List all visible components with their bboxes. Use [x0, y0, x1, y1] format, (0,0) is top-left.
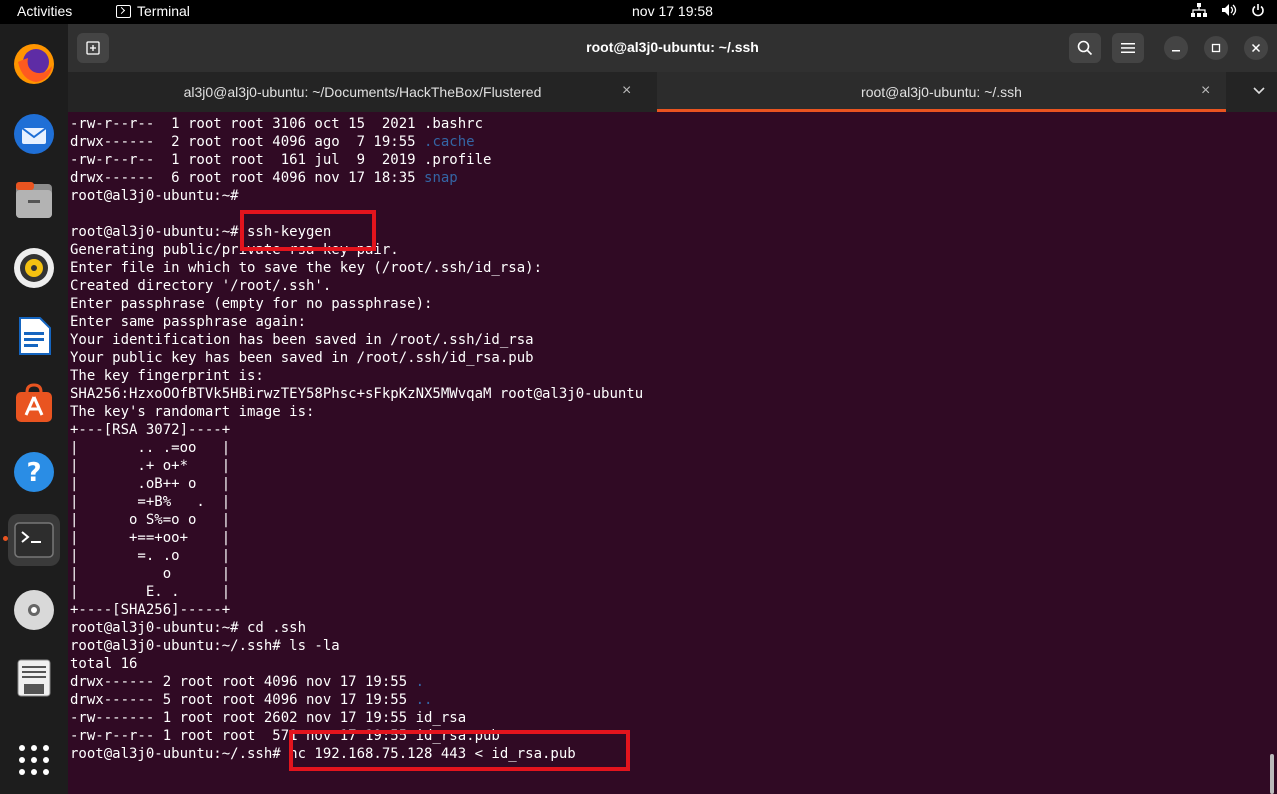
- terminal-line: drwx------ 6 root root 4096 nov 17 18:35…: [70, 170, 458, 186]
- terminal-line: drwx------ 2 root root 4096 ago 7 19:55 …: [70, 134, 475, 150]
- terminal-line: Enter same passphrase again:: [70, 314, 307, 330]
- terminal-line: root@al3j0-ubuntu:~/.ssh# ls -la: [70, 638, 340, 654]
- directory-name: .cache: [424, 134, 475, 150]
- terminal-line: Created directory '/root/.ssh'.: [70, 278, 332, 294]
- terminal-window: root@al3j0-ubuntu: ~/.ssh al3j0@al3j0-ub…: [68, 24, 1277, 794]
- terminal-line: root@al3j0-ubuntu:~# cd .ssh: [70, 620, 307, 636]
- terminal-line: -rw-r--r-- 1 root root 161 jul 9 2019 .p…: [70, 152, 492, 168]
- clock[interactable]: nov 17 19:58: [632, 3, 713, 19]
- app-menu[interactable]: Terminal: [116, 3, 190, 19]
- highlight-box-nc-command: [289, 730, 630, 771]
- writer-icon[interactable]: [8, 310, 60, 362]
- hamburger-icon: [1121, 43, 1135, 53]
- svg-text:?: ?: [26, 458, 41, 488]
- terminal-line: | =+B% . |: [70, 494, 231, 510]
- dock: ?: [0, 24, 68, 794]
- terminal-line: total 16: [70, 656, 138, 672]
- terminal-line: | .+ o+* |: [70, 458, 231, 474]
- minimize-button[interactable]: [1164, 36, 1188, 60]
- terminal-line: | =. .o |: [70, 548, 231, 564]
- close-button[interactable]: [1244, 36, 1268, 60]
- header-bar: root@al3j0-ubuntu: ~/.ssh: [68, 24, 1277, 72]
- terminal-line: -rw------- 1 root root 2602 nov 17 19:55…: [70, 710, 467, 726]
- search-button[interactable]: [1069, 33, 1101, 63]
- close-icon: [1251, 43, 1261, 53]
- firefox-icon[interactable]: [8, 38, 60, 90]
- rhythmbox-icon[interactable]: [8, 242, 60, 294]
- menu-button[interactable]: [1112, 33, 1144, 63]
- volume-icon[interactable]: [1221, 3, 1237, 20]
- highlight-box-ssh-keygen: [240, 210, 376, 251]
- tab-close-icon[interactable]: ×: [1201, 82, 1210, 100]
- terminal-line: Your identification has been saved in /r…: [70, 332, 534, 348]
- terminal-line: The key fingerprint is:: [70, 368, 264, 384]
- terminal-line: The key's randomart image is:: [70, 404, 315, 420]
- tab-list-dropdown[interactable]: [1253, 82, 1265, 98]
- tab-close-icon[interactable]: ×: [622, 82, 631, 100]
- terminal-line: Enter file in which to save the key (/ro…: [70, 260, 543, 276]
- terminal-icon[interactable]: [8, 514, 60, 566]
- directory-name: .: [415, 674, 425, 690]
- tab-flustered[interactable]: al3j0@al3j0-ubuntu: ~/Documents/HackTheB…: [68, 72, 657, 112]
- software-icon[interactable]: [8, 378, 60, 430]
- app-name: Terminal: [137, 3, 190, 19]
- disc-icon[interactable]: [8, 584, 60, 636]
- system-tray[interactable]: [1191, 3, 1265, 20]
- terminal-line: -rw-r--r-- 1 root root 571 nov 17 19:55 …: [70, 728, 500, 744]
- terminal-line: | +==+oo+ |: [70, 530, 231, 546]
- terminal-line: SHA256:HzxoOOfBTVk5HBirwzTEY58Phsc+sFkpK…: [70, 386, 644, 402]
- apps-grid-icon[interactable]: [8, 734, 60, 786]
- thunderbird-icon[interactable]: [8, 108, 60, 160]
- terminal-line: | o S%=o o |: [70, 512, 231, 528]
- document-icon[interactable]: [8, 652, 60, 704]
- terminal-line: drwx------ 2 root root 4096 nov 17 19:55…: [70, 674, 425, 690]
- terminal-app-icon: [116, 4, 131, 18]
- scrollbar[interactable]: [1270, 754, 1274, 794]
- network-icon[interactable]: [1191, 3, 1207, 20]
- terminal-line: | o |: [70, 566, 231, 582]
- tab-label: al3j0@al3j0-ubuntu: ~/Documents/HackTheB…: [183, 84, 542, 100]
- maximize-button[interactable]: [1204, 36, 1228, 60]
- terminal-line: | .oB++ o |: [70, 476, 231, 492]
- terminal-line: | .. .=oo |: [70, 440, 231, 456]
- chevron-down-icon: [1253, 87, 1265, 95]
- terminal-line: Enter passphrase (empty for no passphras…: [70, 296, 433, 312]
- search-icon: [1077, 40, 1093, 56]
- tab-label: root@al3j0-ubuntu: ~/.ssh: [861, 84, 1022, 100]
- terminal-line: -rw-r--r-- 1 root root 3106 oct 15 2021 …: [70, 116, 484, 132]
- terminal-line: Your public key has been saved in /root/…: [70, 350, 534, 366]
- top-bar: Activities Terminal nov 17 19:58: [0, 0, 1277, 24]
- terminal-line: +----[SHA256]-----+: [70, 602, 231, 618]
- terminal-line: root@al3j0-ubuntu:~/.ssh# nc 192.168.75.…: [70, 746, 576, 762]
- directory-name: snap: [424, 170, 458, 186]
- activities-button[interactable]: Activities: [17, 3, 72, 19]
- terminal-line: | E. . |: [70, 584, 231, 600]
- terminal-line: +---[RSA 3072]----+: [70, 422, 231, 438]
- directory-name: ..: [415, 692, 433, 708]
- active-tab-indicator: [657, 109, 1226, 112]
- help-icon[interactable]: ?: [8, 446, 60, 498]
- tab-ssh[interactable]: root@al3j0-ubuntu: ~/.ssh ×: [657, 72, 1226, 112]
- power-icon[interactable]: [1251, 3, 1265, 20]
- terminal-line: root@al3j0-ubuntu:~#: [70, 188, 239, 204]
- terminal-line: drwx------ 5 root root 4096 nov 17 19:55…: [70, 692, 433, 708]
- files-icon[interactable]: [8, 174, 60, 226]
- tab-bar: al3j0@al3j0-ubuntu: ~/Documents/HackTheB…: [68, 72, 1277, 112]
